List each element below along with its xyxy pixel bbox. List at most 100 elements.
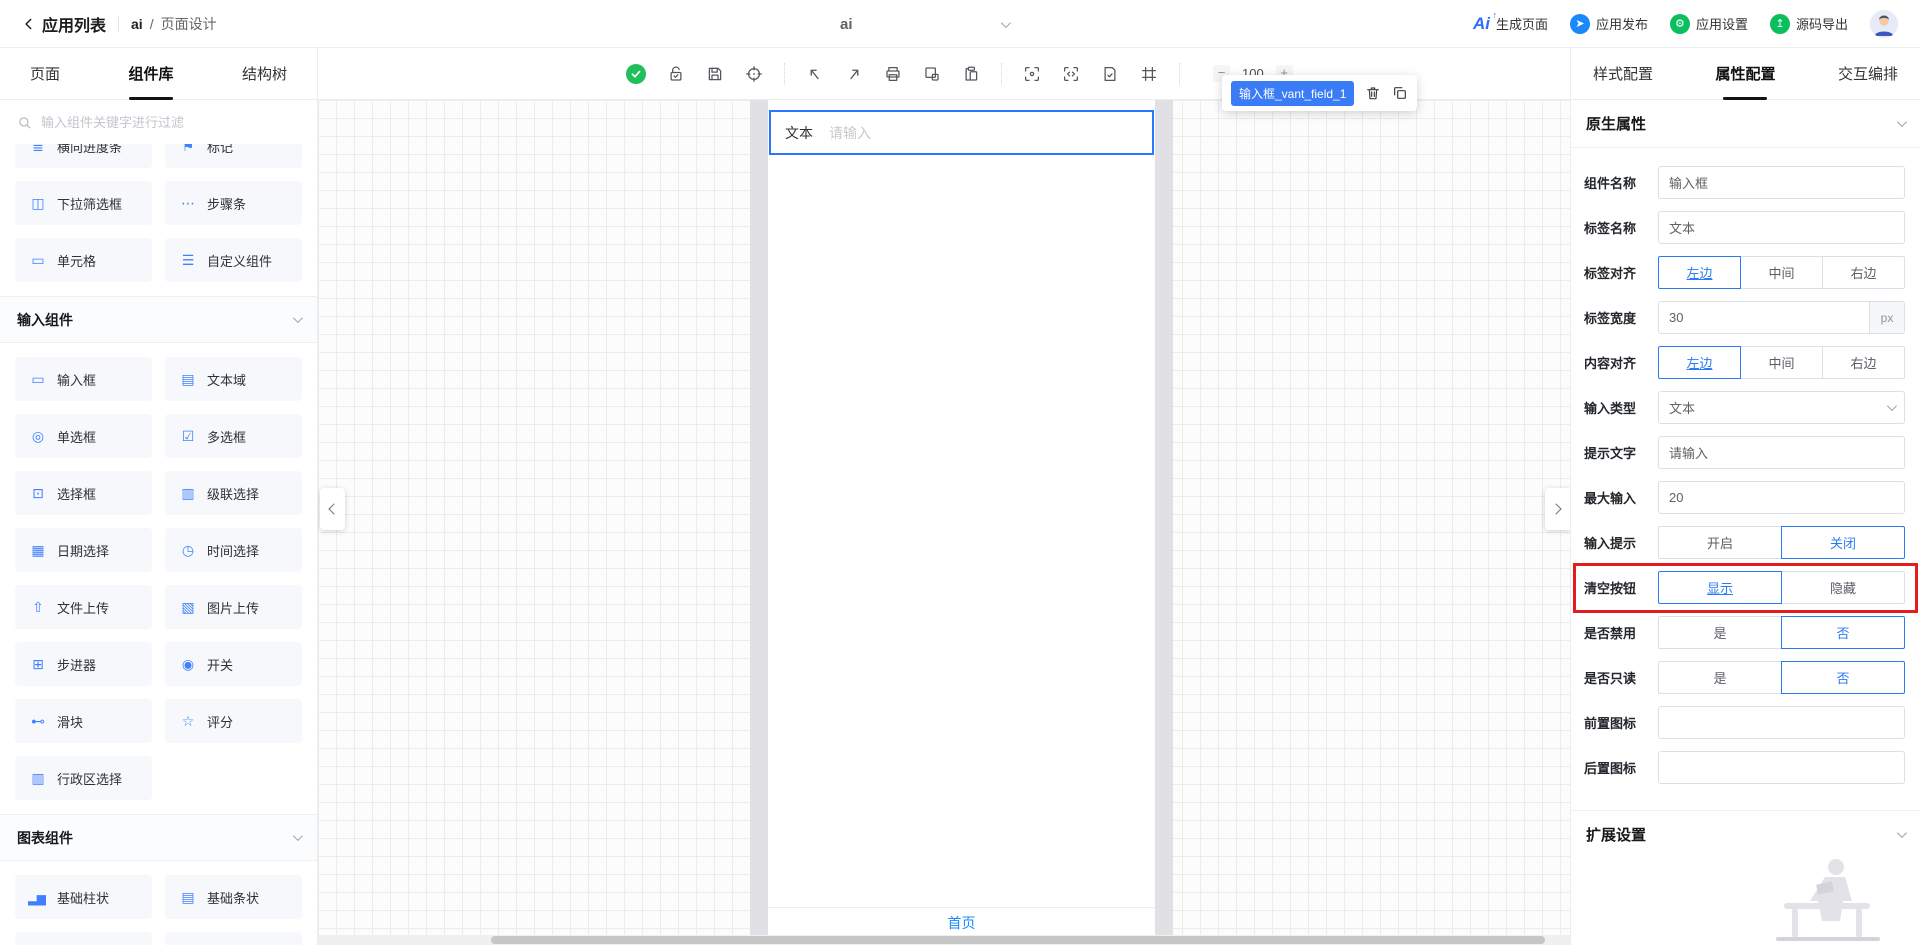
doc-check-icon[interactable]: [1101, 65, 1119, 83]
component-item-steps[interactable]: ⋯ 步骤条: [165, 181, 302, 225]
segment-option-右边[interactable]: 右边: [1822, 256, 1905, 289]
source-export-button[interactable]: ↥ 源码导出: [1769, 13, 1848, 34]
redo-icon[interactable]: [845, 65, 863, 83]
source-export-label: 源码导出: [1795, 17, 1848, 32]
save-icon[interactable]: [706, 65, 724, 83]
top-bar: 应用列表 ai / 页面设计 ai Ai 生成页面 ➤ 应用发布 ⚙: [0, 0, 1920, 48]
breadcrumb-app[interactable]: ai: [131, 16, 143, 32]
component-item-cascade-select[interactable]: ▥ 级联选择: [165, 471, 302, 515]
component-section-header[interactable]: 图表组件: [0, 814, 317, 861]
prop-select[interactable]: 文本: [1658, 391, 1905, 424]
prop-control: 文本: [1658, 391, 1905, 424]
component-item-date-picker[interactable]: ▦ 日期选择: [15, 528, 152, 572]
hbar-progress-icon: ≣: [32, 144, 44, 154]
horizontal-scrollbar-track[interactable]: [318, 935, 1570, 945]
cell-icon: ▭: [31, 251, 44, 268]
breadcrumb-page: 页面设计: [160, 15, 217, 32]
segment-option-隐藏[interactable]: 隐藏: [1781, 571, 1905, 604]
component-item-textarea[interactable]: ▤ 文本域: [165, 357, 302, 401]
component-item-input-field[interactable]: ▭ 输入框: [15, 357, 152, 401]
prop-row-清空按钮: 清空按钮 显示 隐藏: [1573, 563, 1918, 613]
prop-segment-group: 左边 中间 右边: [1658, 256, 1905, 289]
collapse-left-panel-handle[interactable]: [320, 488, 345, 530]
tab-interaction-config[interactable]: 交互编排: [1838, 48, 1898, 100]
component-item-cell[interactable]: ▭ 单元格: [15, 238, 152, 282]
tab-property-config[interactable]: 属性配置: [1715, 48, 1775, 100]
prop-input[interactable]: [1658, 436, 1905, 469]
paste-icon[interactable]: [962, 65, 980, 83]
tab-component-library[interactable]: 组件库: [128, 48, 173, 100]
component-search-input[interactable]: [41, 114, 300, 130]
component-item-hbar-chart[interactable]: ▤ 基础条状: [165, 875, 302, 919]
segment-option-中间[interactable]: 中间: [1740, 256, 1823, 289]
component-item-file-upload[interactable]: ⇧ 文件上传: [15, 585, 152, 629]
extend-settings-section-header[interactable]: 扩展设置: [1571, 810, 1920, 858]
component-section-title: 图表组件: [17, 829, 73, 846]
collapse-right-panel-handle[interactable]: [1545, 488, 1570, 530]
phone-tabbar: 首页: [768, 907, 1155, 937]
component-item-district-select[interactable]: ▥ 行政区选择: [15, 756, 152, 800]
segment-option-关闭[interactable]: 关闭: [1781, 526, 1905, 559]
segment-option-显示[interactable]: 显示: [1658, 571, 1782, 604]
component-item-image-upload[interactable]: ▧ 图片上传: [165, 585, 302, 629]
tab-pages[interactable]: 页面: [30, 48, 60, 100]
export-window-icon[interactable]: [923, 65, 941, 83]
unlock-icon[interactable]: [667, 65, 685, 83]
tab-style-config[interactable]: 样式配置: [1593, 48, 1653, 100]
native-props-section-header[interactable]: 原生属性: [1571, 100, 1920, 148]
preview-scan-icon[interactable]: [1023, 65, 1041, 83]
component-item-custom-component[interactable]: ☰ 自定义组件: [165, 238, 302, 282]
component-item-hbar-progress[interactable]: ≣ 横向进度条: [15, 144, 152, 168]
segment-option-是[interactable]: 是: [1658, 661, 1782, 694]
native-props-title: 原生属性: [1586, 116, 1647, 133]
segment-option-开启[interactable]: 开启: [1658, 526, 1782, 559]
component-section-header[interactable]: 输入组件: [0, 296, 317, 343]
component-item-time-picker[interactable]: ◷ 时间选择: [165, 528, 302, 572]
field-placeholder: 请输入: [829, 124, 871, 141]
prop-input[interactable]: [1658, 751, 1905, 784]
segment-option-右边[interactable]: 右边: [1822, 346, 1905, 379]
component-item-bar-chart[interactable]: ▂▅▃ 基础柱状: [15, 875, 152, 919]
prop-input[interactable]: [1658, 481, 1905, 514]
segment-option-左边[interactable]: 左边: [1658, 346, 1741, 379]
component-item-label: 文件上传: [57, 600, 110, 616]
generate-page-button[interactable]: Ai 生成页面: [1473, 10, 1548, 34]
tab-structure-tree[interactable]: 结构树: [242, 48, 287, 100]
tabbar-home[interactable]: 首页: [948, 913, 976, 933]
component-item-slider[interactable]: ⊷ 滑块: [15, 699, 152, 743]
prop-control: 是否: [1658, 616, 1905, 649]
prop-input[interactable]: [1658, 211, 1905, 244]
component-item-radio[interactable]: ◎ 单选框: [15, 414, 152, 458]
component-item-rate-star[interactable]: ☆ 评分: [165, 699, 302, 743]
app-settings-button[interactable]: ⚙ 应用设置: [1669, 13, 1748, 34]
undo-icon[interactable]: [806, 65, 824, 83]
copy-component-icon[interactable]: [1392, 85, 1408, 101]
segment-option-是[interactable]: 是: [1658, 616, 1782, 649]
selected-input-component[interactable]: 文本 请输入: [769, 110, 1154, 155]
code-view-icon[interactable]: [1062, 65, 1080, 83]
segment-option-否[interactable]: 否: [1781, 661, 1905, 694]
component-item-dropdown-filter[interactable]: ◫ 下拉筛选框: [15, 181, 152, 225]
prop-input[interactable]: [1658, 166, 1905, 199]
component-item-bar-line-chart[interactable]: ▞柱状折线: [165, 932, 302, 945]
component-item-line-chart[interactable]: ∿基础折线: [15, 932, 152, 945]
app-publish-button[interactable]: ➤ 应用发布: [1569, 13, 1648, 34]
delete-component-icon[interactable]: [1365, 85, 1381, 101]
user-avatar[interactable]: [1870, 9, 1898, 38]
back-button[interactable]: 应用列表: [22, 12, 106, 36]
component-item-mark-flag[interactable]: ⚑ 标记: [165, 144, 302, 168]
component-item-select[interactable]: ⊡ 选择框: [15, 471, 152, 515]
prop-input[interactable]: [1658, 706, 1905, 739]
prop-input[interactable]: [1658, 301, 1869, 334]
horizontal-scrollbar-thumb[interactable]: [491, 936, 1545, 944]
component-item-switch[interactable]: ◉ 开关: [165, 642, 302, 686]
frame-crop-icon[interactable]: [1140, 65, 1158, 83]
page-select-dropdown[interactable]: ai: [840, 0, 1011, 48]
segment-option-否[interactable]: 否: [1781, 616, 1905, 649]
component-item-stepper[interactable]: ⊞ 步进器: [15, 642, 152, 686]
segment-option-中间[interactable]: 中间: [1740, 346, 1823, 379]
target-position-icon[interactable]: [745, 65, 763, 83]
printer-icon[interactable]: [884, 65, 902, 83]
component-item-checkbox[interactable]: ☑ 多选框: [165, 414, 302, 458]
segment-option-左边[interactable]: 左边: [1658, 256, 1741, 289]
